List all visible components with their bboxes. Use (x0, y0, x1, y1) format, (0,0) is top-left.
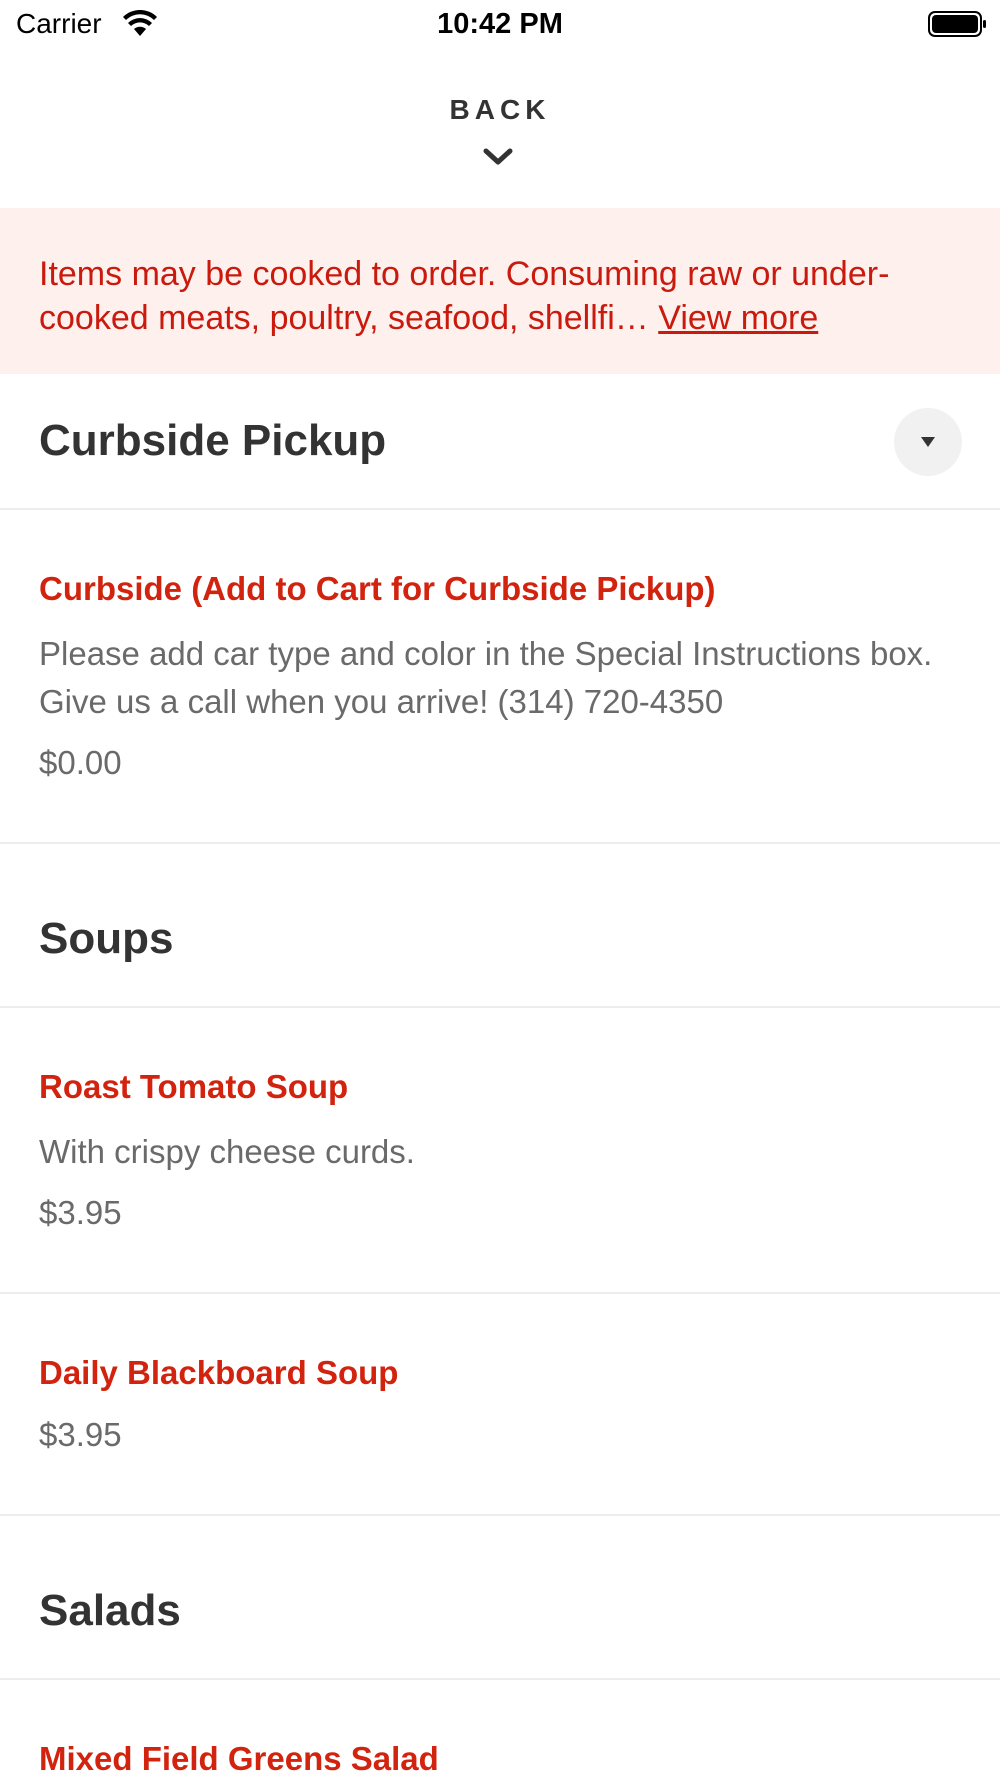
clock: 10:42 PM (437, 8, 563, 40)
item-name: Daily Blackboard Soup (39, 1354, 399, 1391)
allergen-disclaimer: Items may be cooked to order. Consuming … (0, 208, 1000, 374)
section-title: Salads (39, 1586, 181, 1635)
view-more-link[interactable]: View more (658, 299, 818, 337)
back-button[interactable]: BACK (0, 50, 1000, 208)
menu-item[interactable]: Daily Blackboard Soup $3.95 (0, 1294, 1000, 1516)
section-header-curbside-pickup[interactable]: Curbside Pickup (0, 374, 1000, 510)
item-name: Curbside (Add to Cart for Curbside Picku… (39, 570, 716, 607)
item-price: $3.95 (39, 1194, 122, 1231)
status-bar: Carrier 10:42 PM (0, 0, 1000, 50)
disclaimer-text: Items may be cooked to order. Consuming … (39, 252, 961, 340)
item-description: Please add car type and color in the Spe… (39, 635, 933, 720)
collapse-section-button[interactable] (894, 408, 962, 476)
menu-item[interactable]: Mixed Field Greens Salad (0, 1680, 1000, 1778)
section-header-soups: Soups (0, 844, 1000, 1008)
section-title: Curbside Pickup (39, 416, 387, 465)
item-price: $3.95 (39, 1416, 122, 1453)
section-header-salads: Salads (0, 1516, 1000, 1680)
item-name: Roast Tomato Soup (39, 1068, 349, 1105)
battery-icon (928, 11, 986, 37)
item-name: Mixed Field Greens Salad (39, 1740, 439, 1777)
item-price: $0.00 (39, 744, 122, 781)
menu-item[interactable]: Curbside (Add to Cart for Curbside Picku… (0, 510, 1000, 844)
caret-down-icon (921, 437, 935, 447)
back-label: BACK (449, 94, 551, 125)
chevron-down-icon (483, 148, 513, 165)
menu-item[interactable]: Roast Tomato Soup With crispy cheese cur… (0, 1008, 1000, 1294)
item-description: With crispy cheese curds. (39, 1133, 415, 1170)
section-title: Soups (39, 914, 174, 963)
